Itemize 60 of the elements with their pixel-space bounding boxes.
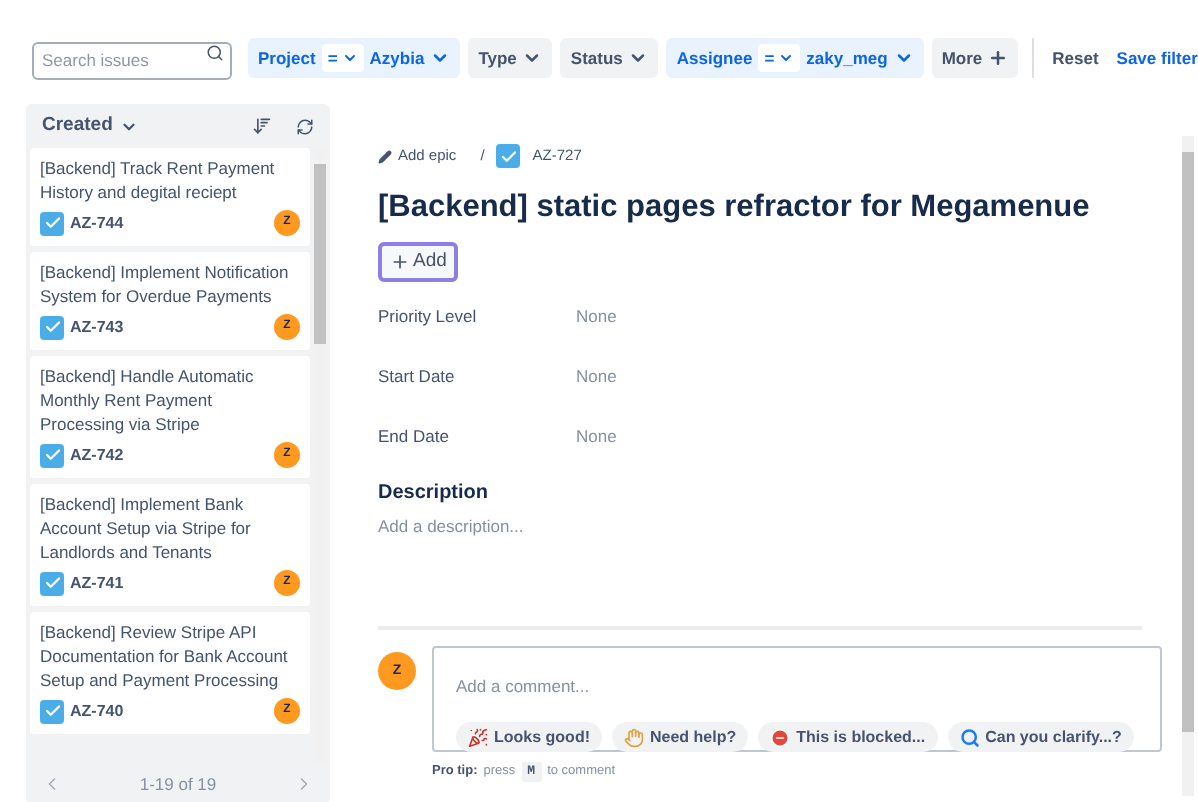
search-field[interactable]: Search issues xyxy=(32,41,232,79)
field-label: Start Date xyxy=(378,364,457,390)
operator-select[interactable]: = xyxy=(321,44,364,72)
caret-icon xyxy=(778,50,795,66)
task-checkbox-icon xyxy=(40,443,64,467)
page-scrollbar[interactable] xyxy=(1182,136,1194,796)
issue-key: AZ-742 xyxy=(70,443,124,467)
issue-key: AZ-741 xyxy=(70,571,124,595)
filter-chip[interactable]: Type xyxy=(468,38,553,78)
filter-label: Project xyxy=(258,45,316,71)
hand-icon xyxy=(624,727,644,748)
quick-reply-button[interactable]: Can you clarify...? xyxy=(947,722,1134,753)
issue-title: [Backend] static pages refractor for Megamenue xyxy=(378,188,1092,228)
more-button[interactable]: More xyxy=(931,38,1019,78)
sort-order-icon xyxy=(252,116,272,136)
add-button[interactable]: Add xyxy=(378,242,458,283)
magnifier-icon xyxy=(959,727,980,748)
plus-icon xyxy=(988,48,1009,68)
issue-title: [Backend] Track Rent Payment History and degital reciept xyxy=(40,156,277,204)
caret-icon xyxy=(430,48,451,68)
filter-value: Azybia xyxy=(369,45,425,71)
quick-reply-button[interactable]: Looks good! xyxy=(456,722,602,753)
party-popper-icon xyxy=(468,727,488,748)
task-checkbox-icon xyxy=(40,699,64,723)
no-entry-icon xyxy=(770,727,791,748)
operator-select[interactable]: = xyxy=(758,44,801,72)
comment-box[interactable]: Add a comment... Looks good! Need help? This is blocked... Can you clarify...? xyxy=(432,646,1162,753)
field-label: Priority Level xyxy=(378,304,479,330)
filter-chip[interactable]: Project = Azybia xyxy=(248,38,461,78)
field-label: End Date xyxy=(378,423,451,449)
caret-icon xyxy=(893,48,914,68)
refresh-icon xyxy=(296,117,314,135)
plus-icon xyxy=(389,252,410,273)
search-icon xyxy=(206,44,224,62)
issue-title: [Backend] Review Stripe API Documentation for Bank Account Setup and Payment Processing xyxy=(40,620,290,692)
caret-icon xyxy=(522,48,543,68)
pencil-icon xyxy=(378,149,392,163)
save-filter-link[interactable]: Save filter xyxy=(1116,45,1198,71)
reset-button[interactable]: Reset xyxy=(1042,45,1109,71)
description-heading: Description xyxy=(378,479,491,507)
sort-dropdown[interactable]: Created xyxy=(42,111,139,141)
task-checkbox-icon xyxy=(40,571,64,595)
issue-key: AZ-743 xyxy=(70,315,124,339)
issue-key: AZ-744 xyxy=(70,211,124,235)
task-checkbox-icon xyxy=(40,211,64,235)
quick-reply-button[interactable]: This is blocked... xyxy=(758,722,938,753)
filter-chip[interactable]: Assignee = zaky_meg xyxy=(666,38,924,78)
pagination-text: 1-19 of 19 xyxy=(139,771,217,797)
quick-reply-button[interactable]: Need help? xyxy=(612,722,749,753)
filter-label: Assignee xyxy=(676,45,753,71)
caret-icon xyxy=(628,48,649,68)
task-checkbox-icon xyxy=(40,315,64,339)
issue-title: [Backend] Implement Bank Account Setup via Stripe for Landlords and Tenants xyxy=(40,492,253,564)
filter-value: zaky_meg xyxy=(806,45,888,71)
issue-title: [Backend] Implement Notification System for Overdue Payments xyxy=(40,260,291,308)
task-checkbox-icon xyxy=(496,144,521,168)
issue-key: AZ-740 xyxy=(70,699,124,723)
caret-icon xyxy=(341,50,358,66)
issue-title: [Backend] Handle Automatic Monthly Rent Payment Processing via Stripe xyxy=(40,364,256,436)
filter-chip[interactable]: Status xyxy=(560,38,659,78)
